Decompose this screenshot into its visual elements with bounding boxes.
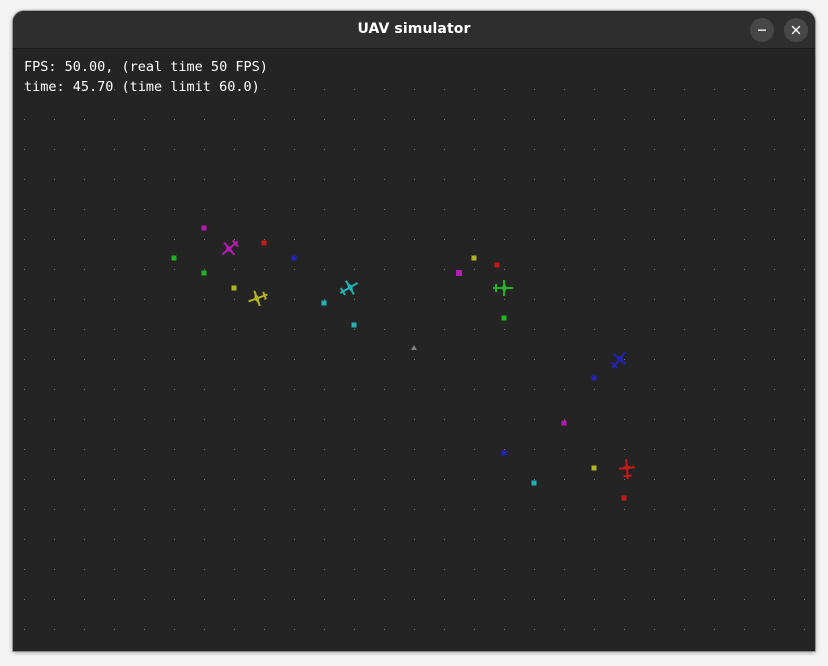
uav-blue (610, 351, 627, 369)
target-blue (501, 450, 507, 456)
target-cyan (321, 300, 327, 306)
simulation-canvas[interactable]: FPS: 50.00, (real time 50 FPS) time: 45.… (13, 49, 815, 651)
minimize-button[interactable] (750, 18, 774, 42)
uav-yellow (248, 290, 268, 307)
target-red (494, 262, 500, 268)
minimize-icon (758, 29, 766, 31)
target-cyan (531, 480, 537, 486)
target-yellow (471, 255, 477, 261)
target-green (201, 270, 207, 276)
target-cyan (351, 322, 357, 328)
uav-red (618, 458, 635, 480)
uav-green (493, 280, 513, 296)
target-red (621, 495, 627, 501)
uav-cyan (339, 280, 359, 296)
target-blue (591, 375, 597, 381)
title-bar[interactable]: UAV simulator (13, 11, 815, 49)
target-yellow (231, 285, 237, 291)
target-yellow (591, 465, 597, 471)
simulation-world (24, 89, 805, 630)
uav-magenta (221, 239, 239, 256)
window-title: UAV simulator (357, 21, 471, 37)
target-magenta (456, 270, 462, 276)
target-green (501, 315, 507, 321)
target-red (261, 240, 267, 246)
targets-layer (171, 225, 627, 501)
grid-dots (24, 89, 805, 630)
fps-readout: FPS: 50.00, (real time 50 FPS) (24, 59, 268, 75)
target-magenta (201, 225, 207, 231)
target-green (171, 255, 177, 261)
close-icon (791, 25, 801, 35)
time-readout: time: 45.70 (time limit 60.0) (24, 79, 260, 95)
origin-marker (411, 345, 417, 350)
target-blue (291, 255, 297, 261)
app-window: UAV simulator FPS: 50.00, (real time 50 … (13, 11, 815, 651)
target-magenta (561, 420, 567, 426)
uavs-layer (221, 239, 635, 480)
close-button[interactable] (784, 18, 808, 42)
